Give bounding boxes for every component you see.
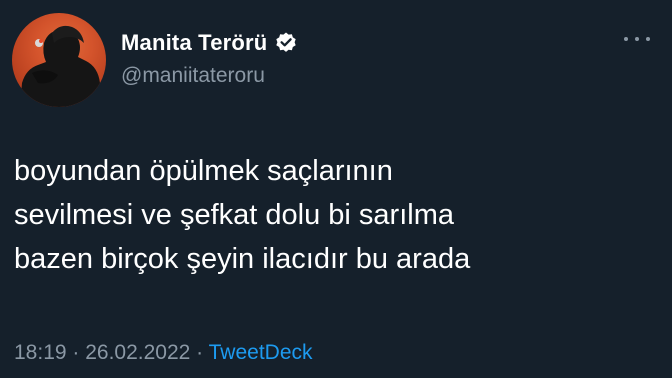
tweet-date[interactable]: 26.02.2022: [85, 341, 190, 364]
more-options-icon[interactable]: [624, 32, 650, 46]
author-display-name[interactable]: Manita Terörü: [121, 30, 267, 56]
avatar[interactable]: [12, 13, 106, 107]
tweet-time[interactable]: 18:19: [14, 341, 67, 364]
tweet-text-line: sevilmesi ve şefkat dolu bi sarılma: [14, 199, 454, 231]
tweet-card: Manita Terörü @maniitateroru boyundan öp…: [0, 0, 672, 378]
tweet-text-line: boyundan öpülmek saçlarının: [14, 155, 393, 187]
tweet-text: boyundan öpülmek saçlarının sevilmesi ve…: [14, 149, 654, 281]
more-dot: [624, 37, 628, 41]
avatar-illustration: [20, 25, 102, 107]
tweet-source-link[interactable]: TweetDeck: [209, 341, 313, 364]
tweet-text-line: bazen birçok şeyin ilacıdır bu arada: [14, 243, 471, 275]
author-handle[interactable]: @maniitateroru: [121, 64, 265, 88]
author-name-row: Manita Terörü: [121, 30, 298, 56]
verified-badge-icon: [274, 31, 298, 55]
more-dot: [635, 37, 639, 41]
meta-separator: ·: [66, 341, 86, 364]
more-dot: [646, 37, 650, 41]
tweet-metadata: 18:19 · 26.02.2022 · TweetDeck: [14, 341, 313, 365]
meta-separator: ·: [190, 341, 209, 364]
